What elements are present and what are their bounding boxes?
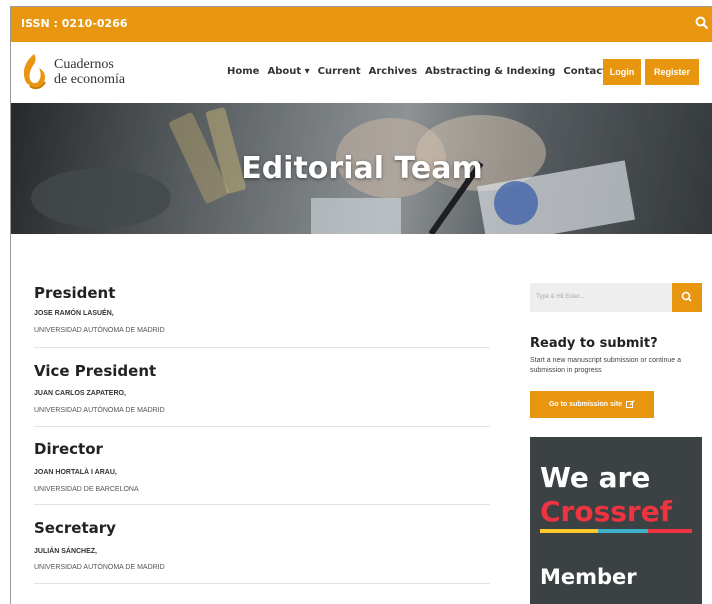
section-divider	[34, 347, 490, 348]
role-heading: Secretary	[34, 519, 116, 537]
page-frame: ISSN : 0210-0266 Cuadernos de economía H…	[10, 6, 712, 604]
issn-label: ISSN : 0210-0266	[21, 17, 128, 30]
logo-line2: de economía	[54, 72, 126, 87]
role-heading: President	[34, 284, 116, 302]
role-heading: Director	[34, 440, 103, 458]
section-divider	[34, 583, 490, 584]
search-placeholder: Type & Hit Enter...	[536, 294, 585, 300]
crossref-wordmark: Crossref	[540, 495, 672, 528]
page-title: Editorial Team	[241, 151, 483, 186]
go-to-submission-button[interactable]: Go to submission site	[530, 391, 654, 418]
crossref-member-label: Member	[540, 565, 637, 589]
main-nav: Home About ▾ Current Archives Abstractin…	[227, 66, 633, 77]
section-divider	[34, 426, 490, 427]
member-name: JULIÁN SÁNCHEZ,	[34, 548, 98, 555]
nav-home[interactable]: Home	[227, 66, 259, 77]
hero-banner: Editorial Team	[11, 103, 712, 234]
search-icon	[681, 291, 692, 302]
member-name: JOSE RAMÓN LASUÉN,	[34, 310, 114, 317]
nav-archives[interactable]: Archives	[369, 66, 417, 77]
logo-line1: Cuadernos	[54, 57, 114, 72]
sidebar-search-button[interactable]	[672, 283, 702, 312]
external-link-icon	[626, 399, 635, 408]
role-heading: Vice President	[34, 362, 157, 380]
ready-to-submit-description: Start a new manuscript submission or con…	[530, 357, 681, 374]
top-bar: ISSN : 0210-0266	[11, 7, 712, 42]
register-button[interactable]: Register	[645, 59, 699, 85]
member-affiliation: UNIVERSIDAD AUTÓNOMA DE MADRID	[34, 564, 165, 571]
member-name: JUAN CARLOS ZAPATERO,	[34, 390, 126, 397]
logo-flame-icon[interactable]	[19, 52, 49, 92]
crossref-we-are: We are	[540, 461, 651, 494]
nav-about[interactable]: About ▾	[267, 66, 309, 77]
member-name: JOAN HORTALÀ I ARAU,	[34, 469, 117, 476]
nav-abstracting-indexing[interactable]: Abstracting & Indexing	[425, 66, 555, 77]
login-button[interactable]: Login	[603, 59, 641, 85]
nav-current[interactable]: Current	[318, 66, 361, 77]
submit-label: Go to submission site	[548, 401, 623, 408]
site-header: Cuadernos de economía Home About ▾ Curre…	[11, 42, 712, 104]
member-affiliation: UNIVERSIDAD DE BARCELONA	[34, 486, 139, 493]
ready-to-submit-heading: Ready to submit?	[530, 336, 658, 351]
crossref-member-badge[interactable]: We are Crossref Member	[530, 437, 702, 604]
search-icon[interactable]	[695, 16, 709, 30]
member-affiliation: UNIVERSIDAD AUTÓNOMA DE MADRID	[34, 327, 165, 334]
member-affiliation: UNIVERSIDAD AUTÓNOMA DE MADRID	[34, 407, 165, 414]
section-divider	[34, 504, 490, 505]
site-logo-text[interactable]: Cuadernos de economía	[54, 57, 125, 87]
